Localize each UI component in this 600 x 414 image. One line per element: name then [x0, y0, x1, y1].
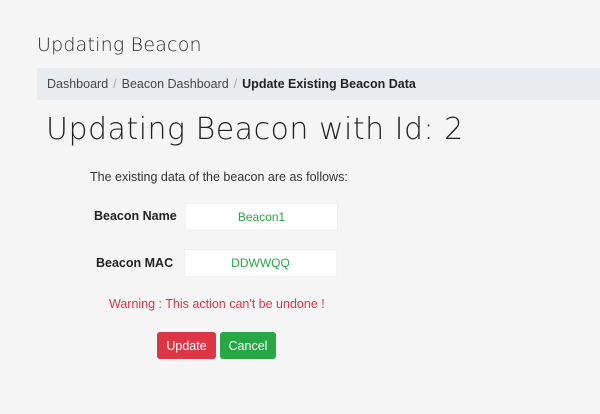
cancel-button[interactable]: Cancel — [220, 332, 276, 359]
beacon-mac-label: Beacon MAC — [96, 256, 174, 270]
page-heading: Updating Beacon — [37, 34, 202, 56]
breadcrumb-item-beacon-dashboard[interactable]: Beacon Dashboard — [122, 77, 229, 91]
beacon-name-input[interactable] — [185, 203, 338, 231]
breadcrumb-item-dashboard[interactable]: Dashboard — [47, 77, 108, 91]
intro-text: The existing data of the beacon are as f… — [90, 170, 348, 184]
main-title: Updating Beacon with Id: 2 — [46, 112, 464, 147]
breadcrumb-item-active: Update Existing Beacon Data — [242, 77, 416, 91]
breadcrumb-separator: / — [113, 77, 117, 91]
warning-text: Warning : This action can't be undone ! — [109, 297, 325, 311]
beacon-mac-input[interactable] — [184, 249, 337, 277]
page: Updating Beacon Dashboard / Beacon Dashb… — [0, 0, 600, 414]
beacon-name-label: Beacon Name — [94, 209, 177, 223]
update-button[interactable]: Update — [157, 332, 216, 359]
breadcrumb: Dashboard / Beacon Dashboard / Update Ex… — [37, 68, 600, 100]
breadcrumb-separator: / — [233, 77, 238, 91]
